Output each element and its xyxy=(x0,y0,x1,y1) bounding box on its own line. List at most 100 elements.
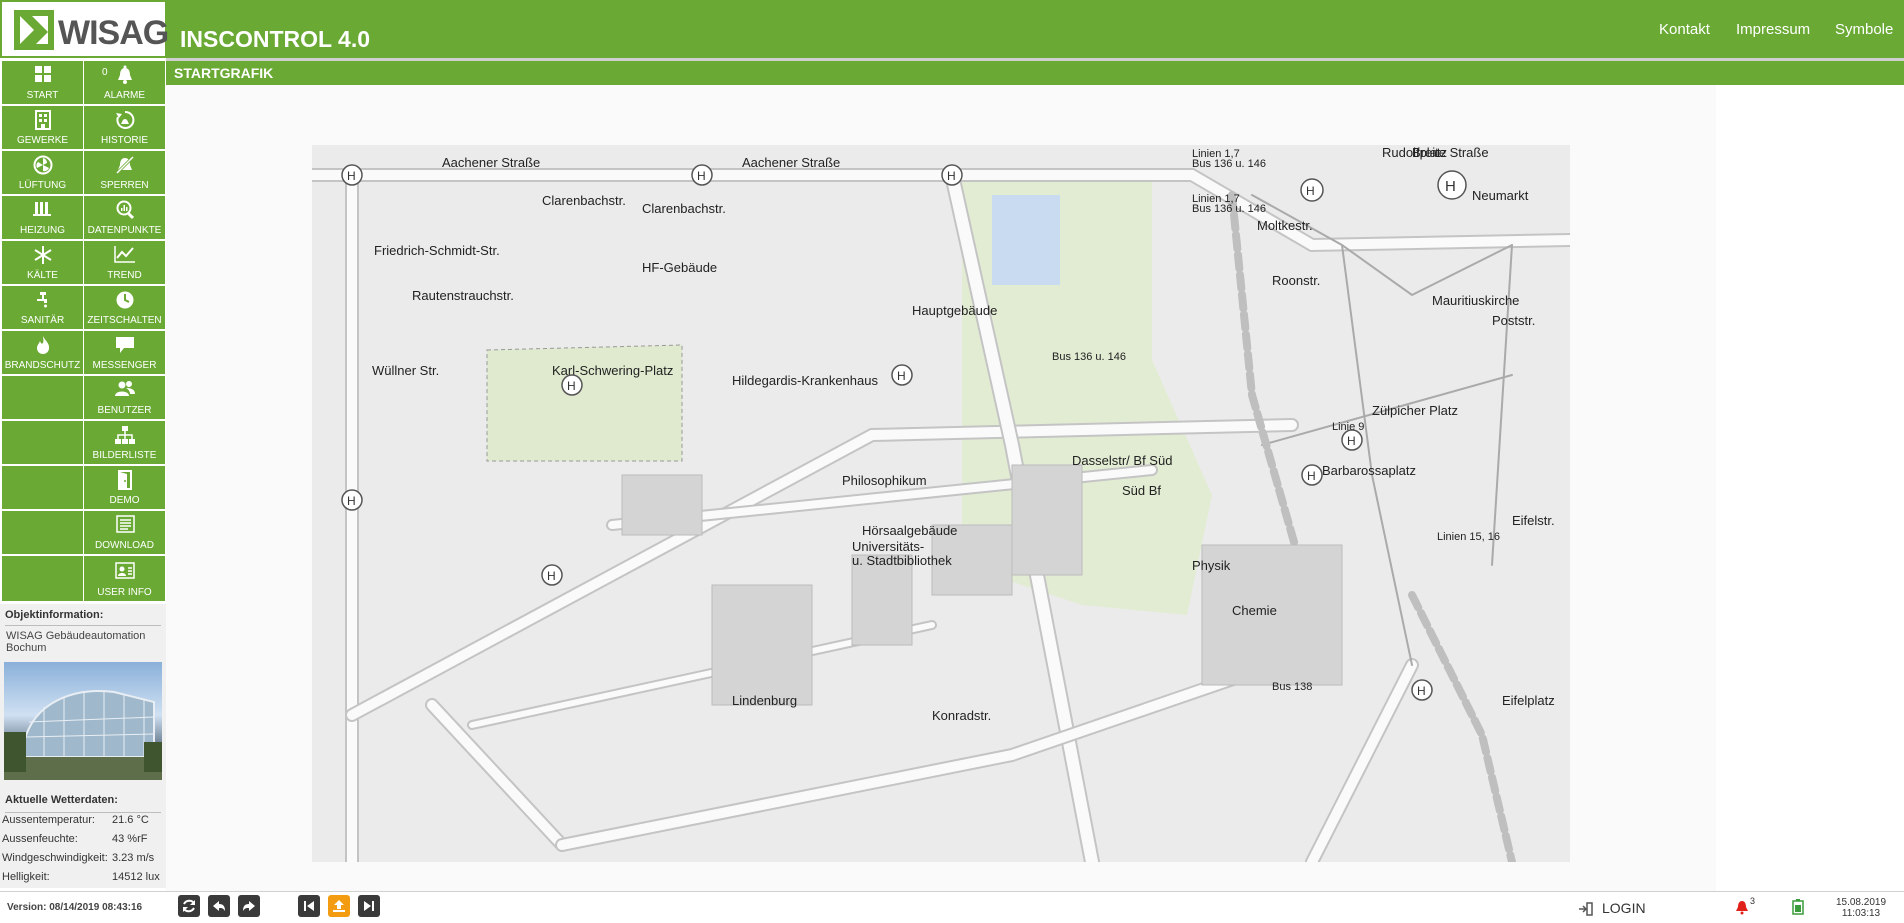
back-button[interactable] xyxy=(208,895,230,917)
nav-sperren-button[interactable]: SPERREN xyxy=(84,151,165,194)
nav-demo-button[interactable]: DEMO xyxy=(84,466,165,509)
refresh-button[interactable] xyxy=(178,895,200,917)
svg-text:Physik: Physik xyxy=(1192,558,1231,573)
datetime: 15.08.2019 11:03:13 xyxy=(1821,897,1901,919)
svg-text:u. Stadtbibliothek: u. Stadtbibliothek xyxy=(852,553,952,568)
history-icon xyxy=(84,110,165,132)
nav-gewerke-button[interactable]: GEWERKE xyxy=(2,106,83,149)
first-page-button[interactable] xyxy=(298,895,320,917)
weather-label: Helligkeit: xyxy=(2,871,50,883)
nav-start-button[interactable]: START xyxy=(2,61,83,104)
kontakt-link[interactable]: Kontakt xyxy=(1659,21,1710,38)
svg-text:Moltkestr.: Moltkestr. xyxy=(1257,218,1313,233)
time-label: 11:03:13 xyxy=(1841,908,1881,919)
door-icon xyxy=(84,470,165,492)
nav-gewerke-label: GEWERKE xyxy=(16,135,69,146)
login-icon[interactable] xyxy=(1578,902,1594,921)
svg-text:Poststr.: Poststr. xyxy=(1492,313,1535,328)
refresh-icon xyxy=(183,899,195,913)
object-info-heading: Objektinformation: xyxy=(5,609,104,621)
svg-text:H: H xyxy=(347,169,356,183)
nav-trend-button[interactable]: TREND xyxy=(84,241,165,284)
divider xyxy=(5,625,161,626)
nav-zeitschalten-button[interactable]: ZEITSCHALTEN xyxy=(84,286,165,329)
speech-bubble-icon xyxy=(84,335,165,357)
logo-mark-icon xyxy=(14,10,54,50)
impressum-link[interactable]: Impressum xyxy=(1736,21,1810,38)
symbole-link[interactable]: Symbole xyxy=(1835,21,1893,38)
nav-historie-button[interactable]: HISTORIE xyxy=(84,106,165,149)
date-label: 15.08.2019 xyxy=(1835,897,1887,908)
section-title: STARTGRAFIK xyxy=(174,65,274,81)
weather-value: 14512 lux xyxy=(112,871,160,883)
nav-benutzer-button[interactable]: BENUTZER xyxy=(84,376,165,419)
clock-icon xyxy=(84,290,165,312)
svg-text:Barbarossaplatz: Barbarossaplatz xyxy=(1322,463,1416,478)
nav-bilderliste-label: BILDERLISTE xyxy=(92,450,157,461)
nav-heizung-button[interactable]: HEIZUNG xyxy=(2,196,83,239)
svg-text:Zülpicher Platz: Zülpicher Platz xyxy=(1372,403,1458,418)
header-bar: WISAG INSCONTROL 4.0 Kontakt Impressum S… xyxy=(0,0,1904,58)
nav-sperren-label: SPERREN xyxy=(100,180,149,191)
nav-demo-label: DEMO xyxy=(109,495,140,506)
nav-sanitaer-label: SANITÄR xyxy=(20,315,65,326)
svg-text:Bus 136 u. 146: Bus 136 u. 146 xyxy=(1192,158,1266,170)
svg-text:HF-Gebäude: HF-Gebäude xyxy=(642,260,717,275)
login-button[interactable]: LOGIN xyxy=(1602,900,1646,916)
weather-heading: Aktuelle Wetterdaten: xyxy=(5,794,118,806)
weather-value: 3.23 m/s xyxy=(112,852,155,864)
nav-brandschutz-button[interactable]: BRANDSCHUTZ xyxy=(2,331,83,374)
building-photo xyxy=(4,662,162,780)
nav-datenpunkte-button[interactable]: DATENPUNKTE xyxy=(84,196,165,239)
sitemap-icon xyxy=(84,425,165,447)
object-name: WISAG Gebäudeautomation Bochum xyxy=(6,630,146,654)
campus-map[interactable]: Aachener Straße Aachener Straße Friedric… xyxy=(312,145,1570,862)
svg-text:Lindenburg: Lindenburg xyxy=(732,693,797,708)
upload-button[interactable] xyxy=(328,895,350,917)
nav-benutzer-label: BENUTZER xyxy=(97,405,152,416)
nav-alarme-button[interactable]: 0 ALARME xyxy=(84,61,165,104)
nav-zeitschalten-label: ZEITSCHALTEN xyxy=(87,315,162,326)
nav-user-info-button[interactable]: USER INFO xyxy=(84,556,165,601)
faucet-icon xyxy=(2,290,83,312)
svg-text:Hauptgebäude: Hauptgebäude xyxy=(912,303,997,318)
last-page-button[interactable] xyxy=(358,895,380,917)
object-info-panel: Objektinformation: WISAG Gebäudeautomati… xyxy=(0,604,166,888)
nav-sanitaer-button[interactable]: SANITÄR xyxy=(2,286,83,329)
nav-datenpunkte-label: DATENPUNKTE xyxy=(87,225,162,236)
nav-messenger-label: MESSENGER xyxy=(92,360,157,371)
wisag-logo[interactable]: WISAG xyxy=(2,2,169,56)
nav-messenger-button[interactable]: MESSENGER xyxy=(84,331,165,374)
alarm-bell-icon xyxy=(84,65,165,87)
forward-button[interactable] xyxy=(238,895,260,917)
svg-text:H: H xyxy=(947,169,956,183)
footer-alarm-count: 3 xyxy=(1750,896,1756,906)
forward-icon xyxy=(243,901,255,911)
alarm-bell-icon[interactable] xyxy=(1735,899,1749,920)
weather-label: Windgeschwindigkeit: xyxy=(2,852,108,864)
divider xyxy=(5,812,161,813)
svg-text:Aachener Straße: Aachener Straße xyxy=(442,155,540,170)
building-icon xyxy=(2,110,83,132)
nav-start-label: START xyxy=(26,90,59,101)
nav-empty-slot xyxy=(2,421,83,464)
svg-text:Hörsaalgebäude: Hörsaalgebäude xyxy=(862,523,957,538)
svg-text:H: H xyxy=(1445,178,1456,195)
svg-text:Breite Straße: Breite Straße xyxy=(1412,145,1489,160)
nav-kaelte-button[interactable]: KÄLTE xyxy=(2,241,83,284)
nav-bilderliste-button[interactable]: BILDERLISTE xyxy=(84,421,165,464)
logo-text: WISAG xyxy=(58,14,169,52)
svg-text:Konradstr.: Konradstr. xyxy=(932,708,991,723)
back-icon xyxy=(213,901,225,911)
nav-lueftung-label: LÜFTUNG xyxy=(18,180,67,191)
svg-text:Clarenbachstr.: Clarenbachstr. xyxy=(542,193,626,208)
nav-download-button[interactable]: DOWNLOAD xyxy=(84,511,165,554)
svg-text:Rautenstrauchstr.: Rautenstrauchstr. xyxy=(412,288,514,303)
svg-text:H: H xyxy=(1306,184,1315,198)
first-page-icon xyxy=(304,901,314,911)
svg-text:H: H xyxy=(697,169,706,183)
svg-text:Dasselstr/ Bf Süd: Dasselstr/ Bf Süd xyxy=(1072,453,1172,468)
nav-lueftung-button[interactable]: LÜFTUNG xyxy=(2,151,83,194)
nav-brandschutz-label: BRANDSCHUTZ xyxy=(4,360,81,371)
svg-text:Philosophikum: Philosophikum xyxy=(842,473,927,488)
